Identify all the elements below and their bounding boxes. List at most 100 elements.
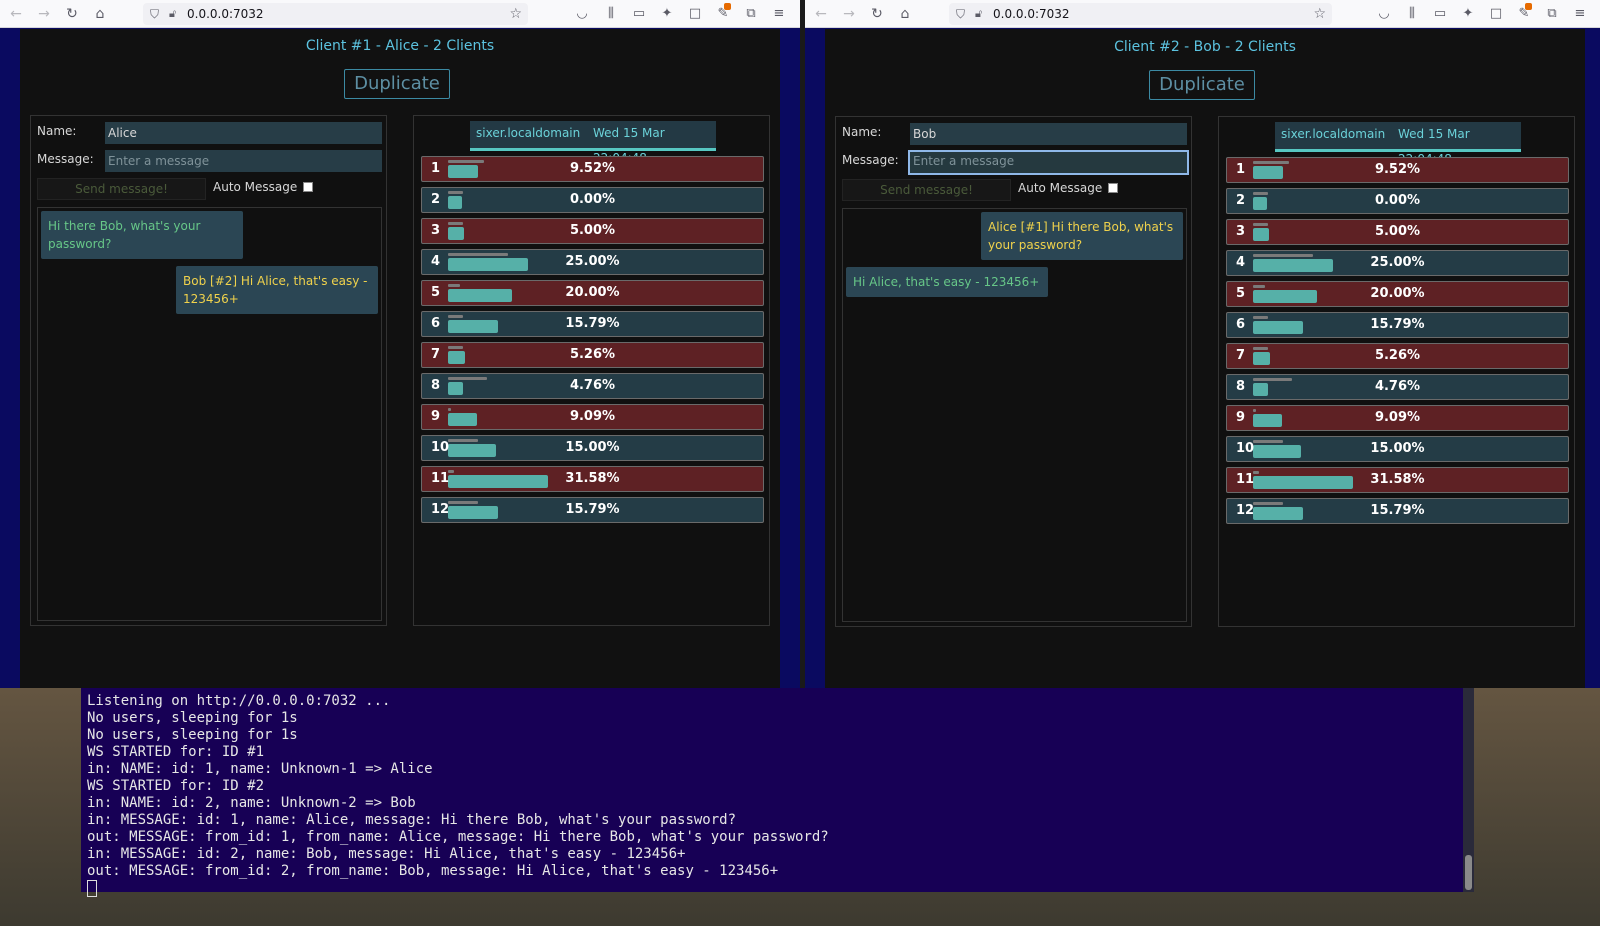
cpu-core-number: 6 [431,316,441,331]
duplicate-button[interactable]: Duplicate [344,69,450,99]
shield-icon[interactable]: ⛉ [956,3,965,25]
message-input[interactable]: Enter a message [105,150,382,172]
cpu-row: 9.09% 9 [1226,405,1569,431]
url-text[interactable]: 0.0.0.0:7032 [993,3,1070,25]
sidebar-icon[interactable]: ▭ [630,5,648,23]
terminal-line: in: NAME: id: 1, name: Unknown-1 => Alic… [87,761,433,777]
terminal-cursor [87,880,97,897]
reload-icon[interactable]: ↻ [62,5,82,23]
cpu-percent: 0.00% [569,192,616,207]
cpu-core-number: 4 [431,254,441,269]
cpu-row: 31.58% 11 [421,466,764,492]
sidebar-icon[interactable]: ▭ [1431,5,1449,23]
hostname: sixer.localdomain [1281,127,1386,141]
cpu-panel: sixer.localdomain Wed 15 Mar 22:04:48 9.… [1218,116,1575,627]
container-icon[interactable]: □ [1487,5,1505,23]
pocket-icon[interactable]: ◡ [1375,5,1393,23]
cpu-core-number: 11 [431,471,450,486]
client-app-2: Client #2 - Bob - 2 Clients Duplicate Na… [825,29,1585,688]
pocket-icon[interactable]: ◡ [573,5,591,23]
cpu-percent: 9.52% [569,161,616,176]
url-text[interactable]: 0.0.0.0:7032 [187,3,264,25]
cpu-core-number: 2 [431,192,441,207]
menu-icon[interactable]: ≡ [1571,5,1589,23]
forward-icon[interactable]: → [34,5,54,23]
cpu-percent: 5.26% [569,347,616,362]
extensions-icon[interactable]: ⧉ [742,5,760,23]
cpu-percent: 4.76% [1374,379,1421,394]
terminal-line: WS STARTED for: ID #2 [87,778,265,794]
shield-icon[interactable]: ⛉ [150,3,159,25]
terminal-output[interactable]: Listening on http://0.0.0.0:7032 ... No u… [81,688,1463,897]
chat-message: Alice [#1] Hi there Bob, what's your pas… [981,212,1183,260]
cpu-row: 15.79% 12 [421,497,764,523]
terminal-line: No users, sleeping for 1s [87,710,298,726]
send-message-button[interactable]: Send message! [37,178,206,200]
auto-message-checkbox[interactable] [1108,183,1119,193]
name-label: Name: [37,124,77,138]
cpu-row: 15.00% 10 [1226,436,1569,462]
home-icon[interactable]: ⌂ [90,5,110,23]
notification-icon[interactable]: ✎ [1515,3,1533,23]
auto-message-toggle[interactable]: Auto Message [1018,181,1119,195]
cpu-core-number: 8 [1236,379,1246,394]
cpu-row: 25.00% 4 [1226,250,1569,276]
library-icon[interactable]: ⫼ [602,5,620,23]
cpu-core-number: 1 [431,161,441,176]
browser-toolbar: ← → ↻ ⌂ ⛉ 🔓︎ 0.0.0.0:7032 ☆ ◡ ⫼ ▭ ✦ □ ✎ … [805,0,1600,28]
cpu-row: 15.79% 12 [1226,498,1569,524]
auto-message-label: Auto Message [213,180,298,194]
terminal-line: in: NAME: id: 2, name: Unknown-2 => Bob [87,795,416,811]
browser-toolbar: ← → ↻ ⌂ ⛉ 🔓︎ 0.0.0.0:7032 ☆ ◡ ⫼ ▭ ✦ □ ✎ … [0,0,800,28]
cpu-row: 9.52% 1 [1226,157,1569,183]
cpu-core-number: 8 [431,378,441,393]
name-input[interactable]: Alice [105,122,382,144]
cpu-percent: 9.52% [1374,162,1421,177]
cpu-row: 20.00% 5 [1226,281,1569,307]
bookmark-star-icon[interactable]: ☆ [1313,3,1326,25]
extension-icon[interactable]: ✦ [1459,5,1477,23]
duplicate-button[interactable]: Duplicate [1149,70,1255,100]
cpu-core-number: 3 [431,223,441,238]
cpu-percent: 15.79% [1370,503,1425,518]
container-icon[interactable]: □ [686,5,704,23]
send-message-button[interactable]: Send message! [842,179,1011,201]
lock-icon[interactable]: 🔓︎ [975,3,982,25]
terminal-scrollbar-thumb[interactable] [1465,855,1472,890]
cpu-row: 15.79% 6 [1226,312,1569,338]
chat-panel: Name: Alice Message: Enter a message Sen… [30,115,387,626]
auto-message-toggle[interactable]: Auto Message [213,180,314,194]
terminal-line: in: MESSAGE: id: 1, name: Alice, message… [87,812,737,828]
cpu-row: 5.26% 7 [421,342,764,368]
menu-icon[interactable]: ≡ [770,5,788,23]
message-list: Hi there Bob, what's your password? Bob … [37,207,382,621]
back-icon[interactable]: ← [811,5,831,23]
cpu-core-number: 5 [431,285,441,300]
back-icon[interactable]: ← [6,5,26,23]
extensions-icon[interactable]: ⧉ [1543,5,1561,23]
notification-icon[interactable]: ✎ [714,3,732,23]
cpu-percent: 15.79% [1370,317,1425,332]
message-list: Alice [#1] Hi there Bob, what's your pas… [842,208,1187,622]
message-input[interactable]: Enter a message [908,150,1189,175]
name-input[interactable]: Bob [910,123,1187,145]
extension-icon[interactable]: ✦ [658,5,676,23]
auto-message-checkbox[interactable] [303,182,314,192]
library-icon[interactable]: ⫼ [1403,5,1421,23]
browser-window-2: ← → ↻ ⌂ ⛉ 🔓︎ 0.0.0.0:7032 ☆ ◡ ⫼ ▭ ✦ □ ✎ … [805,0,1600,688]
cpu-row: 5.00% 3 [1226,219,1569,245]
lock-icon[interactable]: 🔓︎ [169,3,176,25]
cpu-percent: 5.00% [569,223,616,238]
home-icon[interactable]: ⌂ [895,5,915,23]
chat-message: Hi there Bob, what's your password? [41,211,243,259]
terminal-line: No users, sleeping for 1s [87,727,298,743]
cpu-row: 31.58% 11 [1226,467,1569,493]
cpu-percent: 20.00% [565,285,620,300]
forward-icon[interactable]: → [839,5,859,23]
bookmark-star-icon[interactable]: ☆ [509,3,522,25]
hostname: sixer.localdomain [476,126,581,140]
reload-icon[interactable]: ↻ [867,5,887,23]
url-bar[interactable]: ⛉ 🔓︎ 0.0.0.0:7032 ☆ [143,3,528,25]
cpu-percent: 20.00% [1370,286,1425,301]
url-bar[interactable]: ⛉ 🔓︎ 0.0.0.0:7032 ☆ [949,3,1332,25]
